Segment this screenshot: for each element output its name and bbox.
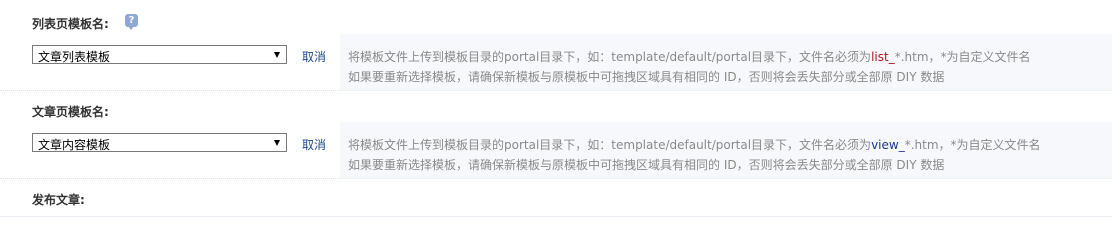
divider	[0, 216, 1112, 217]
list-template-select[interactable]: 文章列表模板	[32, 45, 287, 64]
list-template-label: 列表页模板名:	[32, 17, 109, 31]
chevron-down-icon	[274, 140, 280, 146]
chevron-down-icon	[274, 52, 280, 58]
article-template-cancel-link[interactable]: 取消	[302, 136, 326, 153]
article-template-tip-1: 将模板文件上传到模板目录的portal目录下，如：template/defaul…	[348, 138, 1041, 152]
list-template-tip-1: 将模板文件上传到模板目录的portal目录下，如：template/defaul…	[348, 50, 1031, 64]
publish-article-label: 发布文章:	[32, 193, 85, 207]
view-prefix-highlight: view_	[871, 138, 905, 152]
article-template-label: 文章页模板名:	[32, 105, 109, 119]
list-template-select-value: 文章列表模板	[38, 50, 111, 64]
article-template-select[interactable]: 文章内容模板	[32, 133, 287, 152]
article-template-tip-2: 如果要重新选择模板，请确保新模板与原模板中可拖拽区域具有相同的 ID，否则将会丢…	[348, 158, 945, 172]
list-prefix-highlight: list_	[871, 50, 895, 64]
list-template-tip-2: 如果要重新选择模板，请确保新模板与原模板中可拖拽区域具有相同的 ID，否则将会丢…	[348, 70, 945, 84]
help-icon[interactable]: ?	[125, 14, 138, 30]
list-template-cancel-link[interactable]: 取消	[302, 48, 326, 65]
article-template-select-value: 文章内容模板	[38, 138, 111, 152]
